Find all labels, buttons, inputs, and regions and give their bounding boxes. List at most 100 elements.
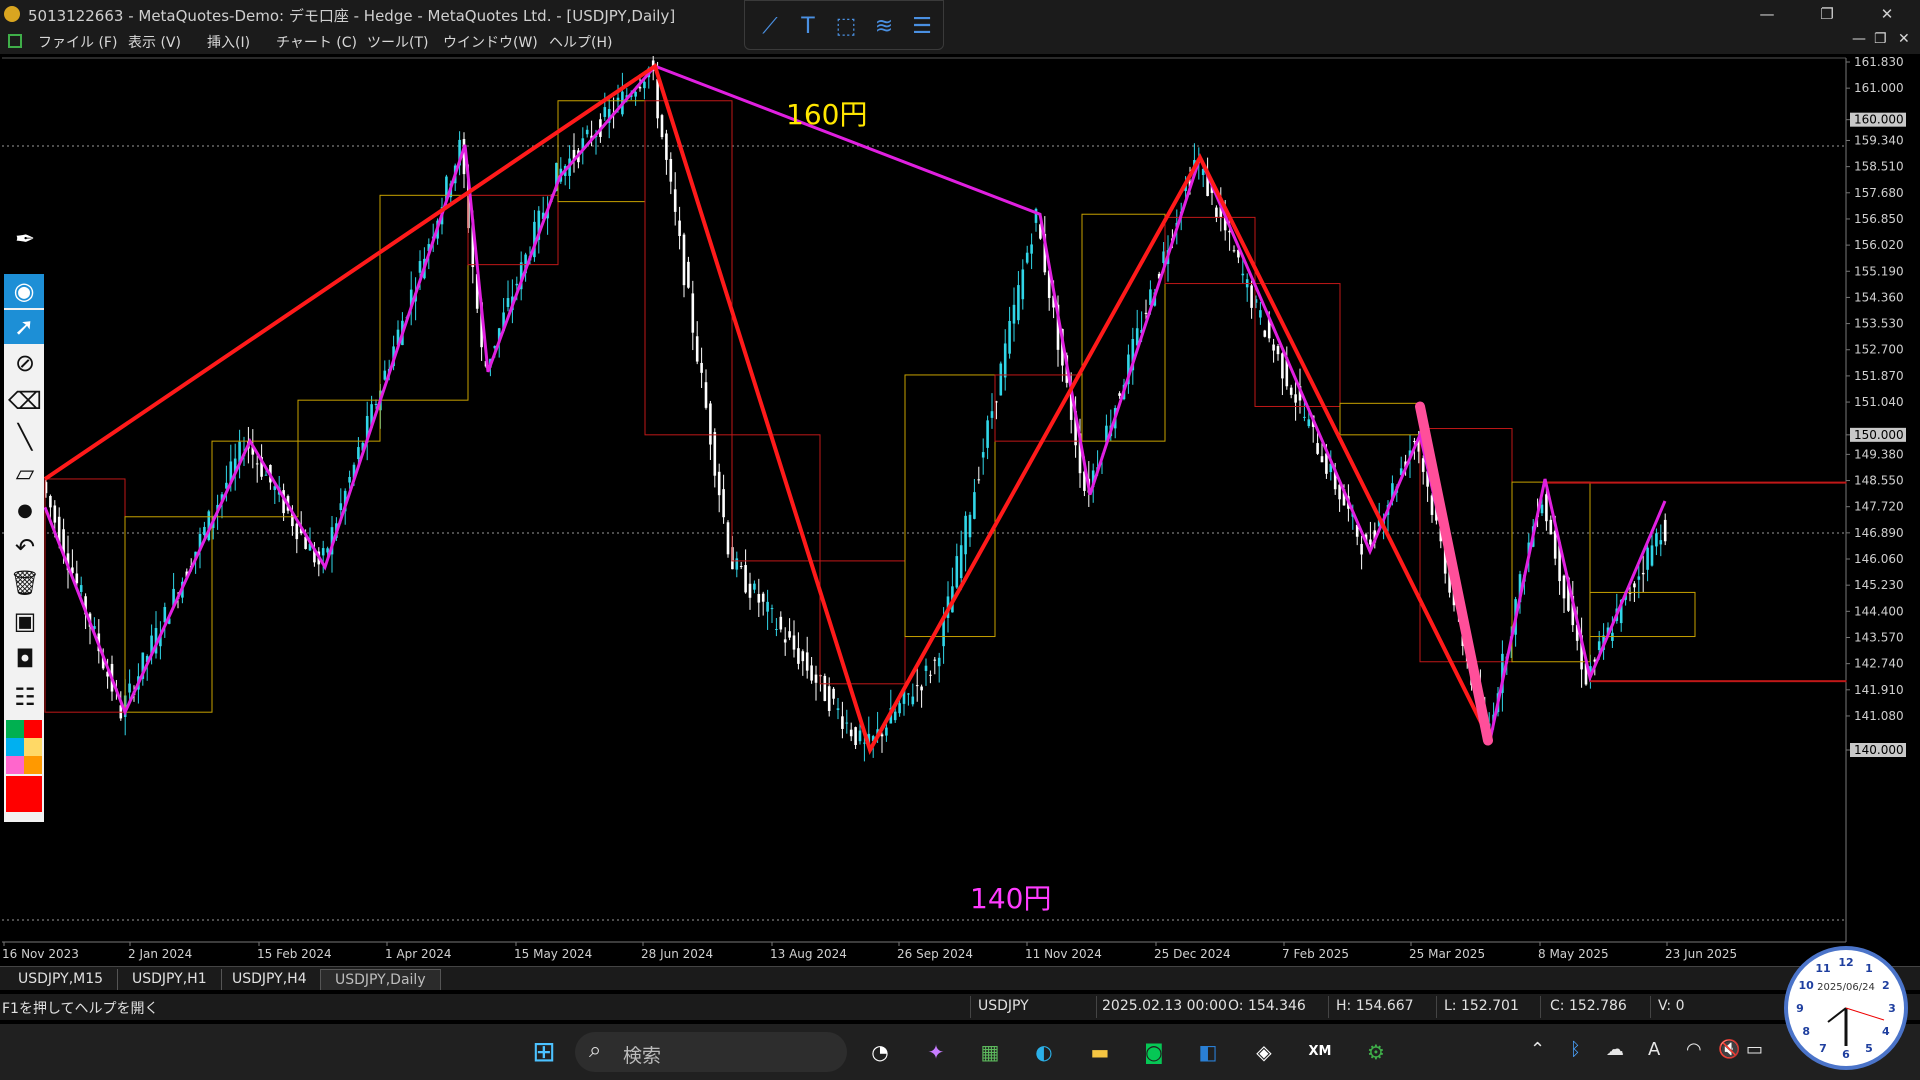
taskbar-search[interactable]: ⌕ 検索 [575,1032,847,1072]
candle-body [748,583,752,598]
tab-usdjpy-h1[interactable]: USDJPY,H1 [118,969,222,990]
search-icon: ⌕ [589,1038,602,1063]
chevron-up-icon[interactable]: ⌃ [1530,1039,1545,1060]
chart-close-button[interactable]: ✕ [1898,31,1910,47]
ruler-icon[interactable]: ▱ [6,456,44,490]
tab-usdjpy-m15[interactable]: USDJPY,M15 [4,969,119,990]
date-axis-label: 26 Sep 2024 [897,947,973,961]
battery-icon[interactable]: ▭ [1746,1039,1763,1060]
candle-body [924,665,928,671]
eye-icon[interactable]: ◉ [4,274,44,308]
dot-icon[interactable]: ● [6,494,44,528]
menu-view[interactable]: 表示 (V) [128,32,181,52]
store-icon[interactable]: ▦ [972,1034,1008,1070]
help-hint: F1を押してヘルプを開く [2,1001,159,1017]
price-axis-label: 155.190 [1854,264,1904,278]
candle-body [53,505,57,523]
wifi-icon[interactable]: ◠ [1686,1039,1702,1060]
cloud-icon[interactable]: ☁ [1606,1039,1624,1060]
current-color-swatch[interactable] [6,776,42,812]
color-swatch-cyan[interactable] [6,738,24,756]
menu-insert[interactable]: 挿入(I) [207,32,250,52]
menu-file[interactable]: ファイル (F) [38,32,117,52]
price-axis-label: 146.890 [1854,526,1904,540]
candle-body [805,652,809,671]
candle-body [357,447,360,460]
price-chart[interactable]: 161.830 161.000 160.000 159.340 158.510 157.6… [0,56,1920,966]
color-swatch-pink[interactable] [6,756,24,774]
close-button[interactable]: ✕ [1864,2,1910,26]
candle-body [990,411,994,418]
color-swatch-yellow[interactable] [24,738,42,756]
explorer-icon[interactable]: ▬ [1082,1034,1118,1070]
line-tool-icon[interactable]: ⟋ [755,13,785,41]
metatrader-icon[interactable]: ⚙ [1358,1034,1394,1070]
color-swatch-green[interactable] [6,720,24,738]
minimize-button[interactable]: — [1744,2,1790,26]
candle-body [75,573,79,584]
channel-tool-icon[interactable]: ☰ [907,13,937,41]
color-swatch-orange[interactable] [24,756,42,774]
rect-tool-icon[interactable]: ⬚ [831,13,861,41]
price-axis-label: 141.080 [1854,709,1904,723]
xm-icon[interactable]: XM [1302,1034,1338,1070]
candle-body [1294,394,1297,403]
trash-icon[interactable]: 🗑 [6,566,44,600]
line-app-icon[interactable]: ◙ [1136,1034,1172,1070]
status-close: C: 152.786 [1550,998,1627,1014]
menu-help[interactable]: ヘルプ(H) [549,32,612,52]
candle-body [515,283,519,286]
chart-minimize-button[interactable]: — [1852,31,1866,47]
edge-icon[interactable]: ◐ [1026,1034,1062,1070]
status-separator [970,996,971,1018]
font-icon[interactable]: A [1648,1039,1660,1060]
camera-icon[interactable]: ◘ [6,642,44,676]
chart-canvas[interactable]: 161.830 161.000 160.000 159.340 158.510 157.6… [0,56,1920,966]
mute-icon[interactable]: 🔇 [1718,1039,1740,1060]
text-tool-icon[interactable]: T [793,13,823,41]
annotation-140[interactable]: 140円 [970,882,1051,915]
desktop-clock-widget[interactable]: 2025/06/24 1 2 3 4 5 6 7 8 9 10 11 12 [1784,946,1908,1070]
copilot-icon[interactable]: ✦ [918,1034,954,1070]
annotation-160[interactable]: 160円 [786,98,867,131]
tab-usdjpy-daily[interactable]: USDJPY,Daily [320,969,441,990]
line-icon[interactable]: ╲ [6,420,44,454]
candle-body [832,688,835,699]
fibo-tool-icon[interactable]: ≋ [869,13,899,41]
candle-body [1025,252,1029,263]
candle-body [418,261,422,273]
undo-icon[interactable]: ↶ [6,530,44,564]
chart-restore-button[interactable]: ❐ [1874,31,1887,47]
clock-second-hand [1845,1007,1885,1021]
candle-body [1325,453,1328,474]
restore-button[interactable]: ❐ [1804,2,1850,26]
candle-body [788,631,791,638]
eraser-icon[interactable]: ⌫ [6,384,44,418]
menu-tools[interactable]: ツール(T) [367,32,428,52]
widgets-icon[interactable]: ◔ [862,1034,898,1070]
range-box [1589,680,1847,683]
windows-start-icon[interactable]: ⊞ [526,1034,562,1070]
price-axis-label: 151.040 [1854,395,1904,409]
candle-body [744,565,747,593]
pen-icon[interactable]: ✒ [6,222,44,256]
candle-body [761,593,765,602]
vpn-icon[interactable]: ◈ [1246,1034,1282,1070]
candle-body [1003,343,1007,378]
clipboard-icon[interactable]: ☷ [6,680,44,714]
windows-taskbar: ⊞ ⌕ 検索 ◔ ✦ ▦ ◐ ▬ ◙ ◧ ◈ XM ⚙ ⌃ ᛒ ☁ A ◠ 🔇 … [0,1024,1920,1080]
color-swatch-red[interactable] [24,720,42,738]
screen-icon[interactable]: ▣ [6,604,44,638]
cursor-icon[interactable]: ➚ [4,310,44,344]
bluetooth-icon[interactable]: ᛒ [1570,1039,1581,1060]
menu-window[interactable]: ウインドウ(W) [443,32,538,52]
candle-body [854,727,857,746]
candle-body [1241,273,1245,276]
menu-chart[interactable]: チャート (C) [276,32,357,52]
tab-usdjpy-h4[interactable]: USDJPY,H4 [218,969,322,990]
crosshair-icon[interactable]: ⊘ [6,346,44,380]
date-axis-label: 25 Dec 2024 [1154,947,1231,961]
status-separator [1436,996,1437,1018]
candle-body [348,476,351,483]
outlook-icon[interactable]: ◧ [1190,1034,1226,1070]
